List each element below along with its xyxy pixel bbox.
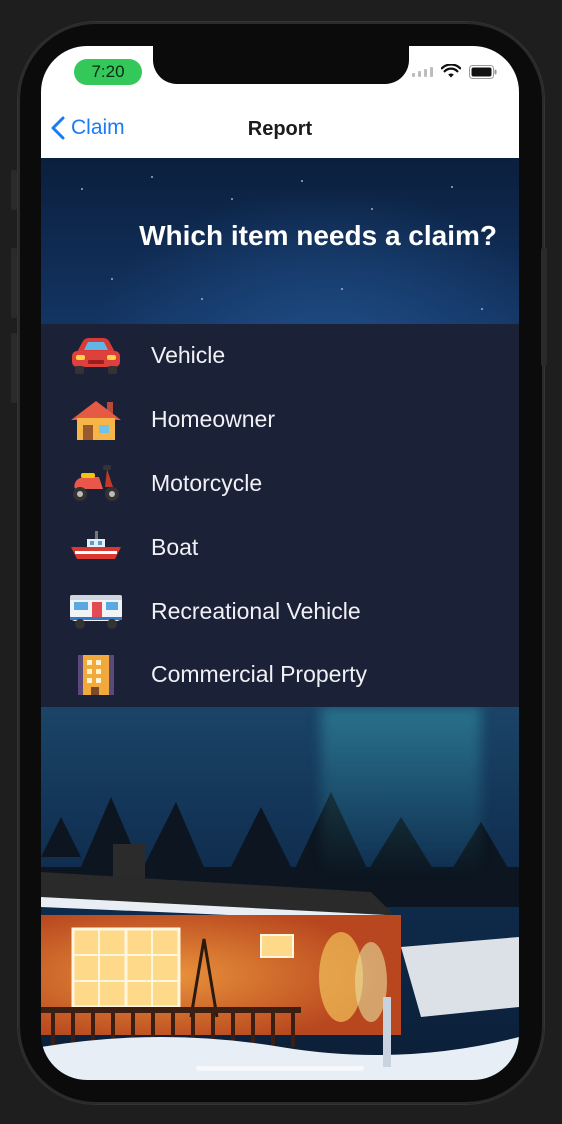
status-time: 7:20 bbox=[74, 59, 142, 85]
background-photo bbox=[41, 707, 519, 1080]
option-boat[interactable]: Boat bbox=[41, 515, 519, 579]
option-label: Vehicle bbox=[151, 342, 226, 369]
phone-volume-up bbox=[11, 248, 17, 318]
battery-icon bbox=[469, 64, 497, 79]
notch bbox=[153, 46, 409, 84]
question-header: Which item needs a claim? bbox=[41, 158, 519, 324]
wifi-icon bbox=[441, 64, 461, 78]
option-label: Boat bbox=[151, 533, 199, 560]
question-heading: Which item needs a claim? bbox=[139, 220, 497, 251]
home-indicator bbox=[196, 1066, 364, 1071]
aurora-glow bbox=[321, 707, 481, 877]
cellular-signal-icon bbox=[412, 66, 433, 77]
option-label: Homeowner bbox=[151, 406, 275, 433]
building-icon bbox=[78, 654, 114, 695]
claim-options-list: Vehicle Homeowner Motorcycle Boat Recrea… bbox=[41, 324, 519, 707]
phone-mute-switch bbox=[11, 170, 17, 210]
option-commercial-property[interactable]: Commercial Property bbox=[41, 643, 519, 707]
rv-icon bbox=[70, 595, 122, 630]
boat-icon bbox=[71, 531, 121, 560]
page-title: Report bbox=[247, 118, 313, 140]
top-bar: 7:20 Claim Report bbox=[41, 46, 519, 158]
option-label: Commercial Property bbox=[151, 661, 367, 688]
phone-power-button bbox=[541, 248, 547, 366]
house-icon bbox=[71, 400, 121, 440]
status-icons bbox=[412, 64, 497, 79]
scooter-icon bbox=[73, 465, 119, 502]
car-icon bbox=[72, 337, 120, 374]
option-label: Recreational Vehicle bbox=[151, 597, 361, 624]
phone-volume-down bbox=[11, 333, 17, 403]
option-motorcycle[interactable]: Motorcycle bbox=[41, 452, 519, 516]
option-label: Motorcycle bbox=[151, 469, 263, 496]
option-homeowner[interactable]: Homeowner bbox=[41, 388, 519, 452]
option-vehicle[interactable]: Vehicle bbox=[41, 324, 519, 388]
option-recreational-vehicle[interactable]: Recreational Vehicle bbox=[41, 579, 519, 643]
phone-screen: 7:20 Claim Report Which item needs a cla… bbox=[41, 46, 519, 1080]
